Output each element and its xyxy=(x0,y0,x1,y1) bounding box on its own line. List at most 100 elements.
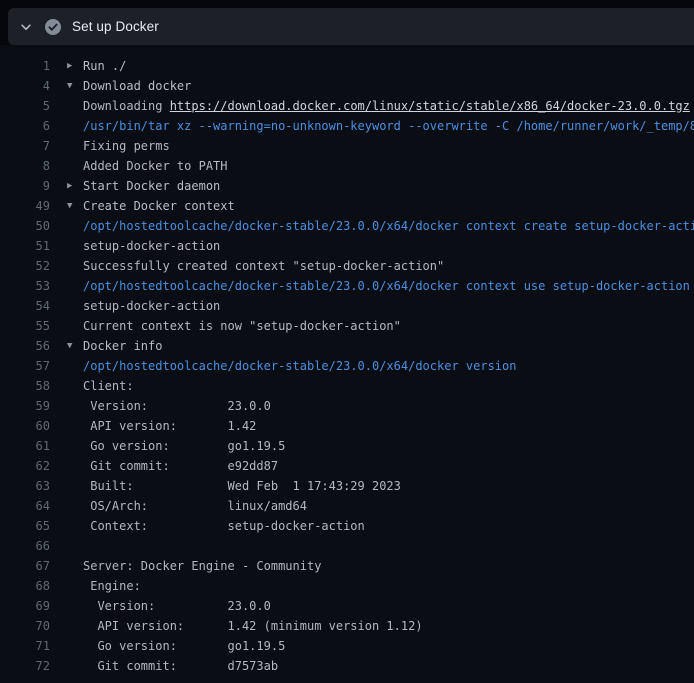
log-line[interactable]: 1▶Run ./ xyxy=(0,56,694,76)
line-number[interactable]: 61 xyxy=(0,436,50,456)
line-number[interactable]: 59 xyxy=(0,396,50,416)
chevron-right-icon[interactable]: ▶ xyxy=(50,56,83,76)
line-number[interactable]: 53 xyxy=(0,276,50,296)
group-title[interactable]: Run ./ xyxy=(83,56,126,76)
log-text: Downloading https://download.docker.com/… xyxy=(83,96,690,116)
line-number[interactable]: 66 xyxy=(0,536,50,556)
log-line[interactable]: 53/opt/hostedtoolcache/docker-stable/23.… xyxy=(0,276,694,296)
log-text: Downloading xyxy=(83,99,170,113)
log-line[interactable]: 64 OS/Arch: linux/amd64 xyxy=(0,496,694,516)
log-line[interactable]: 49▼Create Docker context xyxy=(0,196,694,216)
line-number[interactable]: 1 xyxy=(0,56,50,76)
log-line[interactable]: 6/usr/bin/tar xz --warning=no-unknown-ke… xyxy=(0,116,694,136)
line-number[interactable]: 58 xyxy=(0,376,50,396)
line-number[interactable]: 60 xyxy=(0,416,50,436)
line-number[interactable]: 71 xyxy=(0,636,50,656)
group-title[interactable]: Download docker xyxy=(83,76,191,96)
line-number[interactable]: 63 xyxy=(0,476,50,496)
line-number[interactable]: 67 xyxy=(0,556,50,576)
log-text: Go version: go1.19.5 xyxy=(83,636,285,656)
line-number[interactable]: 8 xyxy=(0,156,50,176)
line-number[interactable]: 69 xyxy=(0,596,50,616)
log-text: /opt/hostedtoolcache/docker-stable/23.0.… xyxy=(83,356,516,376)
log-text: Current context is now "setup-docker-act… xyxy=(83,316,401,336)
line-number[interactable]: 52 xyxy=(0,256,50,276)
line-number[interactable]: 55 xyxy=(0,316,50,336)
line-number[interactable]: 5 xyxy=(0,96,50,116)
line-number[interactable]: 64 xyxy=(0,496,50,516)
log-text: API version: 1.42 (minimum version 1.12) xyxy=(83,616,423,636)
log-line[interactable]: 62 Git commit: e92dd87 xyxy=(0,456,694,476)
log-line[interactable]: 58 Client: xyxy=(0,376,694,396)
log-line[interactable]: 5 Downloading https://download.docker.com… xyxy=(0,96,694,116)
log-line[interactable]: 51setup-docker-action xyxy=(0,236,694,256)
log-line[interactable]: 7 Fixing perms xyxy=(0,136,694,156)
line-number[interactable]: 49 xyxy=(0,196,50,216)
log-line[interactable]: 65 Context: setup-docker-action xyxy=(0,516,694,536)
log-text: Added Docker to PATH xyxy=(83,156,228,176)
line-number[interactable]: 9 xyxy=(0,176,50,196)
group-title[interactable]: Start Docker daemon xyxy=(83,176,220,196)
log-container[interactable]: 1▶Run ./4▼Download docker5Downloading ht… xyxy=(0,45,694,683)
log-text: API version: 1.42 xyxy=(83,416,256,436)
line-number[interactable]: 7 xyxy=(0,136,50,156)
chevron-right-icon[interactable]: ▶ xyxy=(50,176,83,196)
log-line[interactable]: 56▼Docker info xyxy=(0,336,694,356)
log-text: Server: Docker Engine - Community xyxy=(83,556,321,576)
log-line[interactable]: 70 API version: 1.42 (minimum version 1.… xyxy=(0,616,694,636)
chevron-down-icon[interactable]: ▼ xyxy=(50,196,83,216)
log-text: Version: 23.0.0 xyxy=(83,396,271,416)
chevron-down-icon[interactable]: ▼ xyxy=(50,76,83,96)
line-number[interactable]: 50 xyxy=(0,216,50,236)
line-number[interactable]: 51 xyxy=(0,236,50,256)
line-number[interactable]: 72 xyxy=(0,656,50,676)
log-text: Context: setup-docker-action xyxy=(83,516,365,536)
log-line[interactable]: 68 Engine: xyxy=(0,576,694,596)
line-number[interactable]: 62 xyxy=(0,456,50,476)
log-text: Successfully created context "setup-dock… xyxy=(83,256,444,276)
log-line[interactable]: 59 Version: 23.0.0 xyxy=(0,396,694,416)
step-title: Set up Docker xyxy=(72,19,159,34)
log-text: Git commit: e92dd87 xyxy=(83,456,278,476)
line-number[interactable]: 57 xyxy=(0,356,50,376)
log-line[interactable]: 8 Added Docker to PATH xyxy=(0,156,694,176)
log-line[interactable]: 50/opt/hostedtoolcache/docker-stable/23.… xyxy=(0,216,694,236)
chevron-down-icon[interactable] xyxy=(18,19,34,35)
log-line[interactable]: 61 Go version: go1.19.5 xyxy=(0,436,694,456)
log-text: setup-docker-action xyxy=(83,296,220,316)
log-text: Version: 23.0.0 xyxy=(83,596,271,616)
log-line[interactable]: 60 API version: 1.42 xyxy=(0,416,694,436)
log-text: /opt/hostedtoolcache/docker-stable/23.0.… xyxy=(83,276,690,296)
log-line[interactable]: 57/opt/hostedtoolcache/docker-stable/23.… xyxy=(0,356,694,376)
log-line[interactable]: 54 setup-docker-action xyxy=(0,296,694,316)
log-text: /opt/hostedtoolcache/docker-stable/23.0.… xyxy=(83,216,694,236)
line-number[interactable]: 54 xyxy=(0,296,50,316)
check-circle-icon xyxy=(44,18,62,36)
line-number[interactable]: 65 xyxy=(0,516,50,536)
log-line[interactable]: 72 Git commit: d7573ab xyxy=(0,656,694,676)
log-line[interactable]: 9▶Start Docker daemon xyxy=(0,176,694,196)
log-line[interactable]: 52 Successfully created context "setup-do… xyxy=(0,256,694,276)
log-link[interactable]: https://download.docker.com/linux/static… xyxy=(170,99,690,113)
log-text: Client: xyxy=(83,376,134,396)
line-number[interactable]: 4 xyxy=(0,76,50,96)
log-text: Fixing perms xyxy=(83,136,170,156)
log-line[interactable]: 67 Server: Docker Engine - Community xyxy=(0,556,694,576)
group-title[interactable]: Create Docker context xyxy=(83,196,235,216)
line-number[interactable]: 70 xyxy=(0,616,50,636)
log-line[interactable]: 69 Version: 23.0.0 xyxy=(0,596,694,616)
log-text: Git commit: d7573ab xyxy=(83,656,278,676)
log-text: Built: Wed Feb 1 17:43:29 2023 xyxy=(83,476,401,496)
log-line[interactable]: 63 Built: Wed Feb 1 17:43:29 2023 xyxy=(0,476,694,496)
chevron-down-icon[interactable]: ▼ xyxy=(50,336,83,356)
log-text: OS/Arch: linux/amd64 xyxy=(83,496,307,516)
line-number[interactable]: 68 xyxy=(0,576,50,596)
log-line[interactable]: 4▼Download docker xyxy=(0,76,694,96)
group-title[interactable]: Docker info xyxy=(83,336,162,356)
line-number[interactable]: 56 xyxy=(0,336,50,356)
line-number[interactable]: 6 xyxy=(0,116,50,136)
log-line[interactable]: 55 Current context is now "setup-docker-a… xyxy=(0,316,694,336)
log-line[interactable]: 71 Go version: go1.19.5 xyxy=(0,636,694,656)
step-header[interactable]: Set up Docker xyxy=(8,8,694,45)
log-line[interactable]: 66 xyxy=(0,536,694,556)
